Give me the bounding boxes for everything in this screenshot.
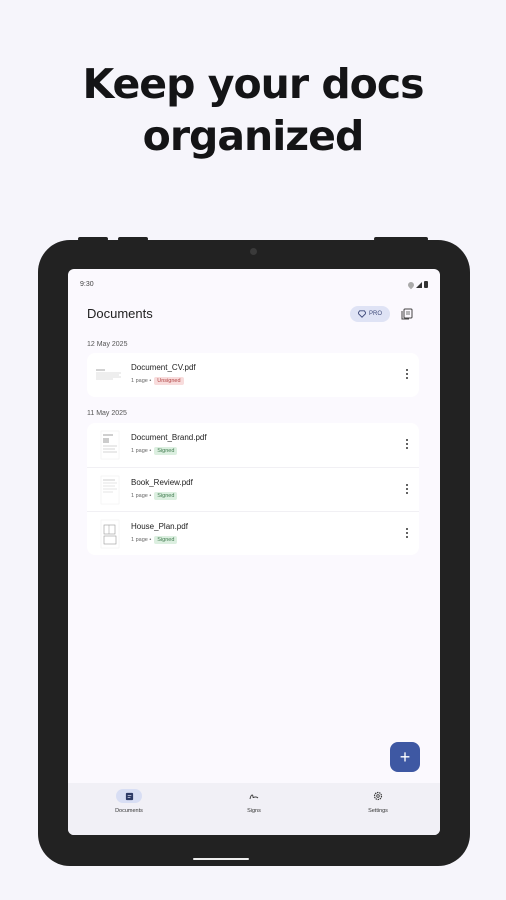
status-badge: Signed	[154, 536, 178, 544]
more-options-icon[interactable]	[405, 484, 409, 496]
headline-line-2: organized	[142, 112, 365, 160]
app-screen: 9:30 Documents PRO 12 May 2025 Document_…	[68, 269, 440, 835]
tablet-button	[118, 237, 148, 241]
pro-label: PRO	[368, 311, 382, 317]
document-name: Book_Review.pdf	[131, 478, 193, 487]
wifi-icon	[406, 280, 416, 289]
document-group: Document_CV.pdf 1 page • Unsigned	[87, 353, 419, 397]
nav-label: Documents	[115, 808, 143, 814]
document-thumbnail	[100, 519, 120, 549]
signal-icon	[416, 281, 422, 288]
headline-line-1: Keep your docs	[82, 60, 424, 108]
document-thumbnail	[100, 475, 120, 505]
more-options-icon[interactable]	[405, 439, 409, 451]
tablet-button	[374, 237, 428, 241]
page-count: 1 page •	[131, 378, 152, 384]
document-name: House_Plan.pdf	[131, 522, 188, 531]
add-document-button[interactable]: +	[390, 742, 420, 772]
document-row[interactable]: Book_Review.pdf 1 page • Signed	[87, 467, 419, 511]
bottom-navigation: Documents Signs Settings	[68, 783, 440, 835]
nav-label: Signs	[247, 808, 261, 814]
document-name: Document_CV.pdf	[131, 363, 196, 372]
tablet-button	[78, 237, 108, 241]
nav-label: Settings	[368, 808, 388, 814]
document-name: Document_Brand.pdf	[131, 433, 207, 442]
page-count: 1 page •	[131, 493, 152, 499]
document-thumbnail	[95, 368, 123, 382]
more-options-icon[interactable]	[405, 369, 409, 381]
document-thumbnail	[100, 430, 120, 460]
page-title: Documents	[87, 306, 153, 321]
page-count: 1 page •	[131, 448, 152, 454]
pro-button[interactable]: PRO	[350, 306, 390, 322]
nav-settings[interactable]: Settings	[343, 789, 413, 814]
status-bar: 9:30	[80, 280, 428, 291]
date-header: 12 May 2025	[87, 341, 128, 348]
document-group: Document_Brand.pdf 1 page • Signed Book_…	[87, 423, 419, 555]
page-count: 1 page •	[131, 537, 152, 543]
status-badge: Signed	[154, 447, 178, 455]
nav-documents[interactable]: Documents	[94, 789, 164, 814]
diamond-icon	[357, 310, 366, 318]
document-row[interactable]: Document_Brand.pdf 1 page • Signed	[87, 423, 419, 467]
status-time: 9:30	[80, 281, 94, 288]
promo-headline: Keep your docs organized	[0, 58, 506, 162]
gesture-bar	[193, 858, 249, 860]
tablet-frame: 9:30 Documents PRO 12 May 2025 Document_…	[38, 237, 470, 866]
more-options-icon[interactable]	[405, 528, 409, 540]
document-row[interactable]: House_Plan.pdf 1 page • Signed	[87, 511, 419, 555]
document-row[interactable]: Document_CV.pdf 1 page • Unsigned	[87, 353, 419, 397]
document-icon	[125, 792, 133, 800]
gear-icon	[373, 791, 383, 801]
camera	[250, 248, 257, 255]
status-badge: Unsigned	[154, 377, 184, 385]
signature-icon	[249, 794, 259, 800]
select-multiple-icon[interactable]	[400, 307, 414, 321]
status-badge: Signed	[154, 492, 178, 500]
nav-signs[interactable]: Signs	[219, 789, 289, 814]
date-header: 11 May 2025	[87, 410, 127, 417]
battery-icon	[424, 281, 428, 288]
